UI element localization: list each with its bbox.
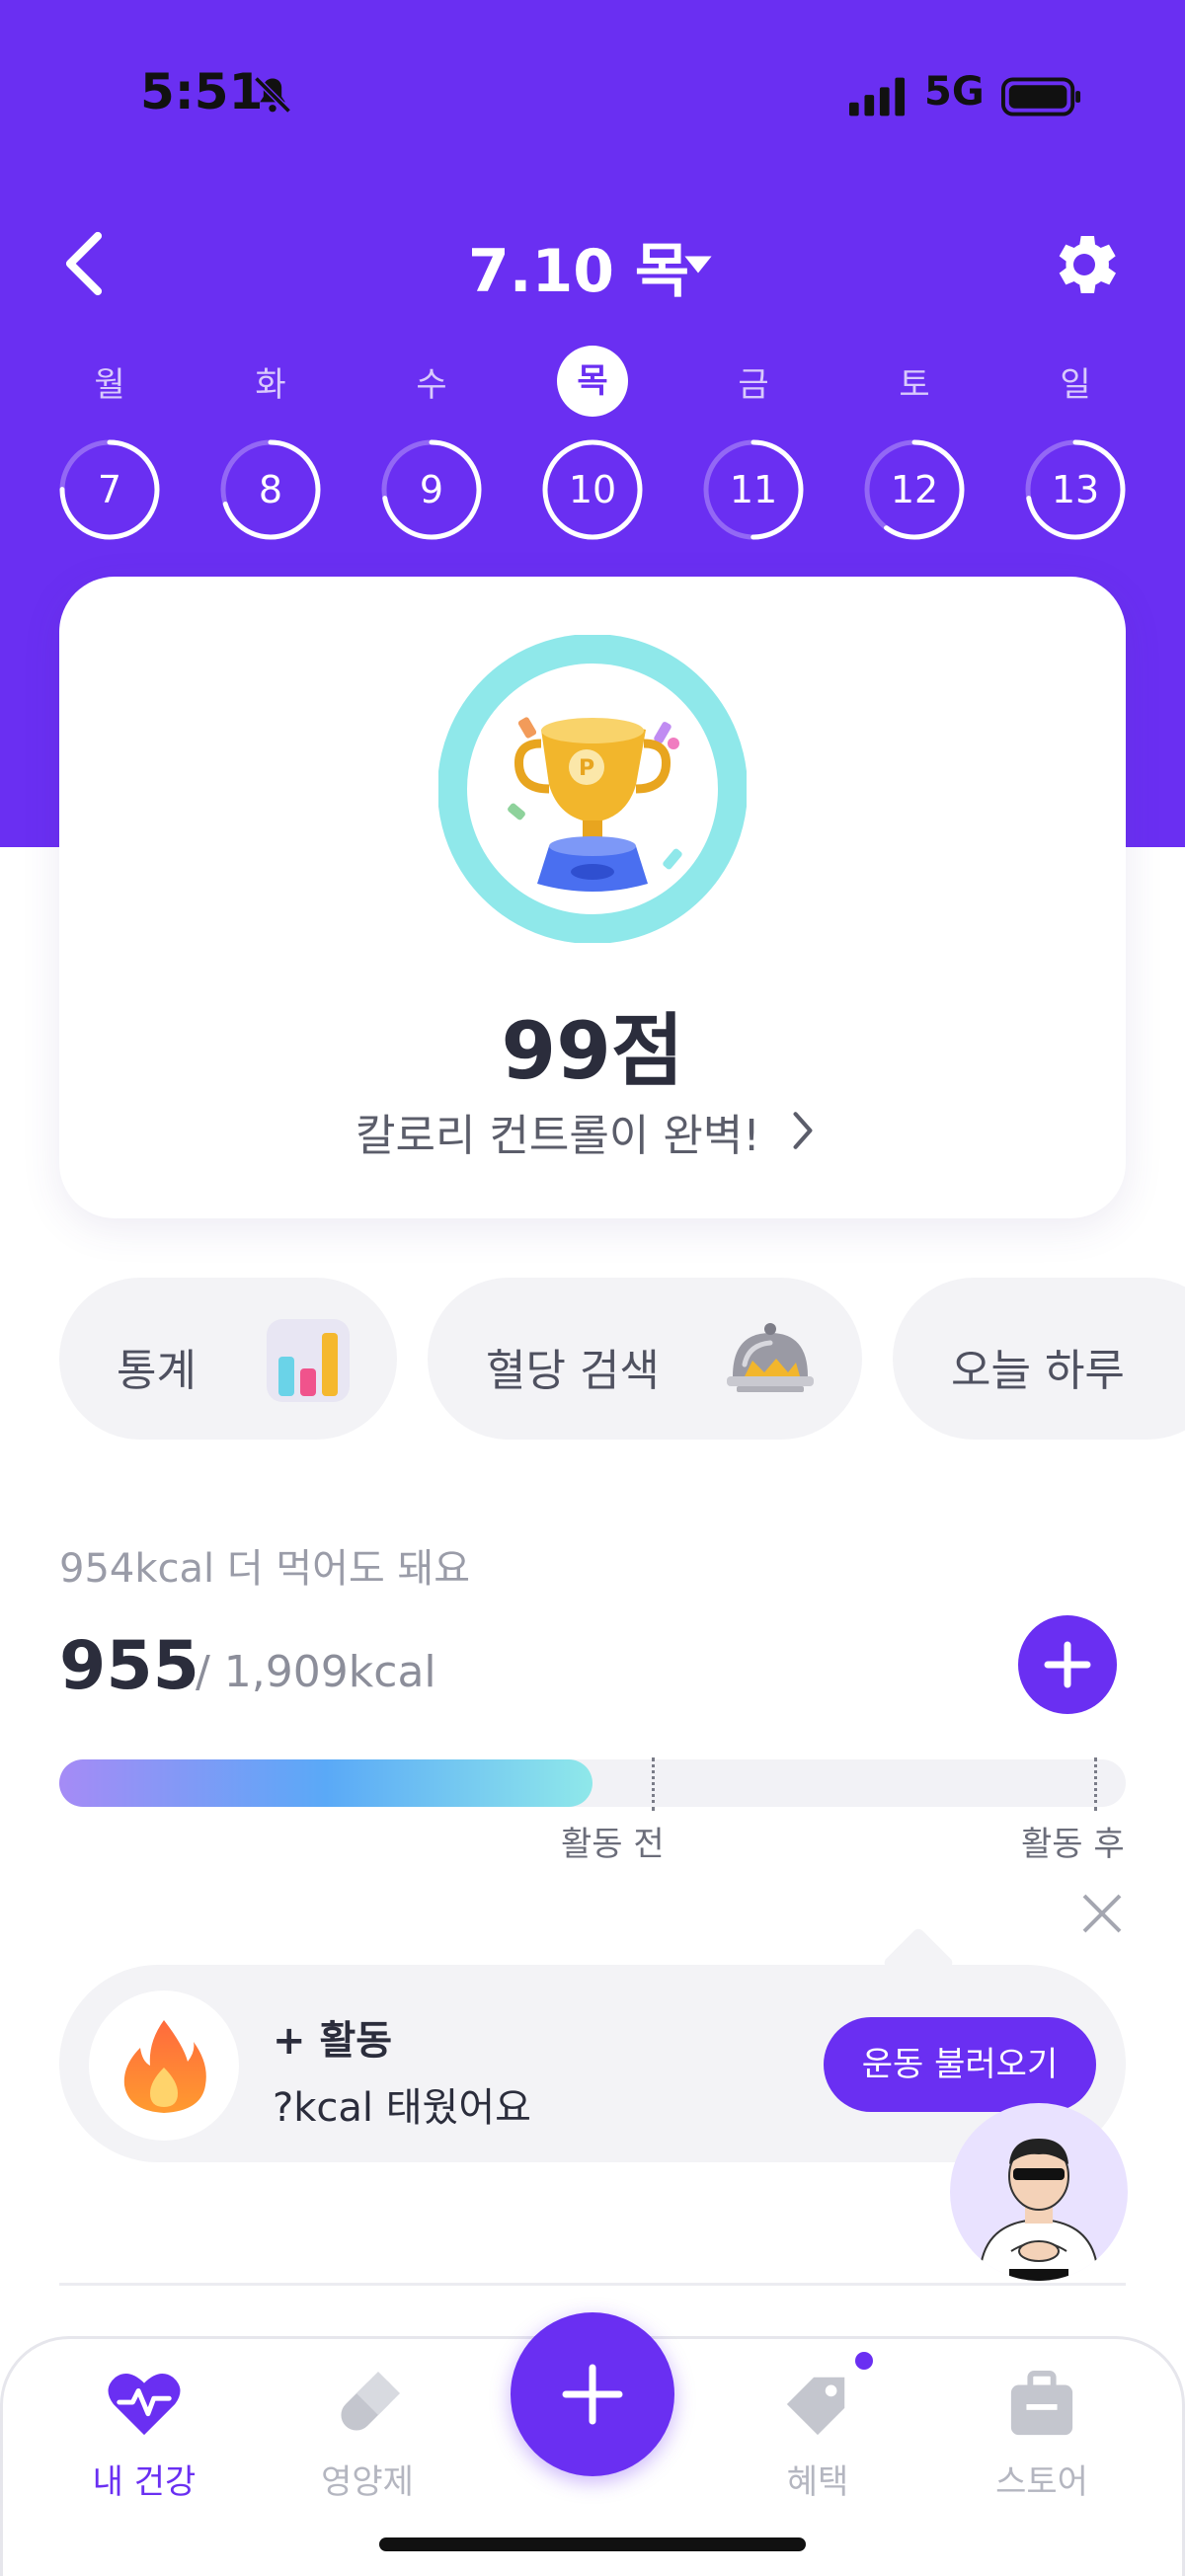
- fire-icon: [123, 2020, 206, 2113]
- bar-chart-icon: [267, 1319, 350, 1402]
- marker-after-activity: [1093, 1757, 1097, 1811]
- pill-icon[interactable]: [328, 2370, 407, 2439]
- center-add-button[interactable]: [511, 2312, 674, 2476]
- calorie-consumed: 955: [59, 1627, 199, 1705]
- food-cloche-icon: [727, 1323, 814, 1392]
- day-number[interactable]: 13: [1024, 468, 1127, 511]
- back-icon[interactable]: [59, 229, 109, 298]
- day-number[interactable]: 7: [58, 468, 161, 511]
- date-title[interactable]: 7.10 목: [468, 223, 689, 309]
- weekday-label[interactable]: 월: [70, 357, 149, 406]
- score-value: 99점: [501, 1005, 684, 1097]
- bag-icon[interactable]: [1002, 2370, 1081, 2439]
- day-number[interactable]: 12: [863, 468, 966, 511]
- tag-icon[interactable]: [778, 2370, 857, 2439]
- activity-subtitle: ?kcal 태웠어요: [273, 2085, 531, 2131]
- home-indicator: [379, 2537, 806, 2551]
- tab-my-health[interactable]: 내 건강: [65, 2455, 223, 2503]
- section-divider: [59, 2283, 1126, 2286]
- weekday-label[interactable]: 금: [714, 357, 793, 406]
- weekday-label[interactable]: 토: [875, 357, 954, 406]
- status-time: 5:51: [140, 63, 264, 120]
- day-number[interactable]: 9: [380, 468, 483, 511]
- weekday-label[interactable]: 수: [392, 357, 471, 406]
- tab-supplements[interactable]: 영양제: [288, 2455, 446, 2503]
- chevron-right-icon[interactable]: [790, 1110, 816, 1151]
- marker-before-activity: [652, 1757, 655, 1811]
- tab-store[interactable]: 스토어: [963, 2455, 1121, 2503]
- weekday-label[interactable]: 일: [1036, 357, 1115, 406]
- calorie-total: / 1,909kcal: [196, 1647, 436, 1697]
- day-number[interactable]: 11: [702, 468, 805, 511]
- day-number[interactable]: 10: [541, 468, 644, 511]
- load-workout-button[interactable]: 운동 불러오기: [824, 2017, 1096, 2112]
- day-number[interactable]: 8: [219, 468, 322, 511]
- coach-character-icon: [978, 2139, 1100, 2281]
- gear-icon[interactable]: [1045, 225, 1124, 304]
- chip-statistics-label: 통계: [117, 1346, 197, 1396]
- coach-avatar[interactable]: [950, 2103, 1128, 2281]
- weekday-label[interactable]: 화: [231, 357, 310, 406]
- svg-text:P: P: [579, 756, 594, 781]
- plus-icon: [562, 2364, 623, 2425]
- signal-icon: [849, 77, 906, 117]
- heart-pulse-icon[interactable]: [105, 2370, 184, 2439]
- calorie-progress-fill: [59, 1759, 592, 1807]
- chip-glucose-search-label: 혈당 검색: [486, 1346, 660, 1396]
- label-before-activity: 활동 전: [561, 1825, 665, 1864]
- close-icon[interactable]: [1078, 1890, 1126, 1937]
- plus-icon: [1044, 1641, 1091, 1688]
- trophy-icon: P: [438, 635, 747, 943]
- activity-title: + 활동: [273, 2018, 393, 2064]
- calorie-hint: 954kcal 더 먹어도 돼요: [59, 1546, 471, 1592]
- chip-today-label: 오늘 하루: [951, 1346, 1125, 1396]
- label-after-activity: 활동 후: [1021, 1825, 1125, 1864]
- battery-icon: [1001, 77, 1081, 117]
- network-type: 5G: [924, 69, 985, 115]
- bell-muted-icon: [254, 76, 291, 114]
- add-meal-button[interactable]: [1018, 1615, 1117, 1714]
- score-message[interactable]: 칼로리 컨트롤이 완벽!: [356, 1100, 760, 1163]
- weekday-label[interactable]: 목: [557, 346, 628, 417]
- chevron-down-icon[interactable]: [681, 253, 715, 276]
- notification-dot: [855, 2352, 873, 2370]
- tab-benefits[interactable]: 혜택: [739, 2455, 897, 2503]
- activity-icon-wrap: [89, 1991, 239, 2141]
